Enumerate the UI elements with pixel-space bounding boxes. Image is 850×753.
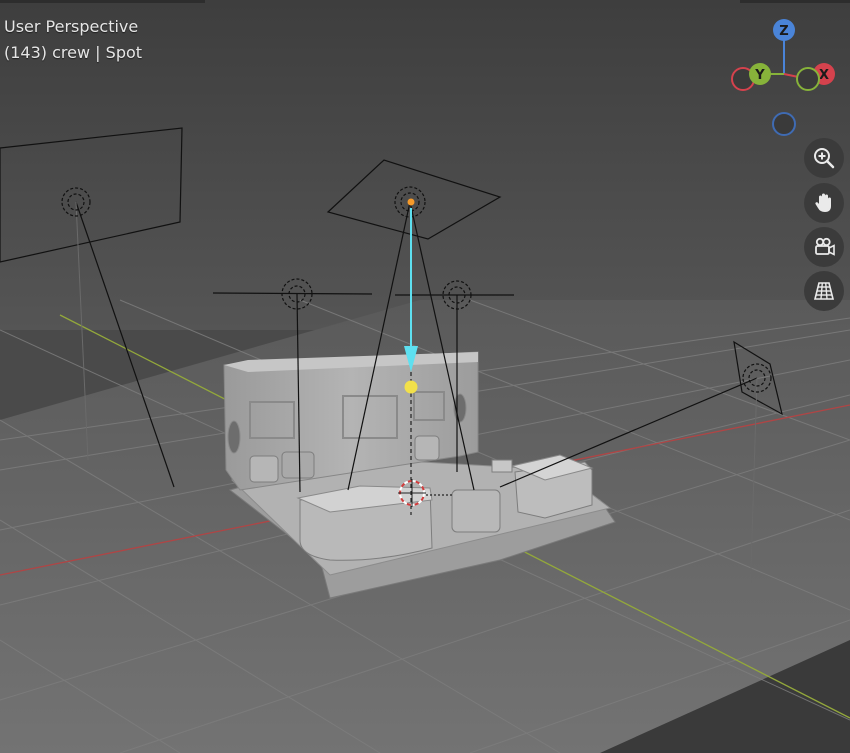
- spot-target-handle[interactable]: [404, 380, 418, 394]
- grid-icon: [813, 282, 835, 300]
- header-edge-left: [0, 0, 205, 3]
- porthole-left: [227, 420, 241, 454]
- small-prop: [491, 459, 513, 473]
- pan-button[interactable]: [804, 183, 844, 223]
- zoom-in-icon: [814, 148, 835, 169]
- camera-icon: [815, 237, 835, 256]
- header-edge-right: [740, 0, 850, 3]
- 3d-viewport[interactable]: [0, 0, 850, 753]
- navigation-gizmo[interactable]: Y X Z: [728, 16, 840, 140]
- seat-center: [414, 435, 440, 461]
- gizmo-neg-z[interactable]: [772, 112, 796, 136]
- hand-icon: [815, 193, 831, 212]
- gizmo-neg-y[interactable]: [796, 67, 820, 91]
- gizmo-label-z: Z: [779, 24, 788, 39]
- frame-number: (143): [4, 43, 48, 62]
- active-object-name: Spot: [105, 43, 143, 62]
- camera-view-button[interactable]: [804, 227, 844, 267]
- spot-active-origin[interactable]: [407, 198, 415, 206]
- scene-info: (143) crew | Spot: [4, 43, 142, 62]
- zoom-button[interactable]: [804, 138, 844, 178]
- seat-left-2: [281, 451, 315, 479]
- gizmo-label-x: X: [819, 68, 829, 83]
- view-mode-label: User Perspective: [4, 17, 139, 36]
- seat-left: [249, 455, 279, 483]
- info-separator: |: [95, 43, 101, 62]
- gizmo-label-y: Y: [754, 68, 765, 83]
- crate-middle: [451, 489, 501, 533]
- ortho-toggle-button[interactable]: [804, 271, 844, 311]
- collection-name: crew: [52, 43, 91, 62]
